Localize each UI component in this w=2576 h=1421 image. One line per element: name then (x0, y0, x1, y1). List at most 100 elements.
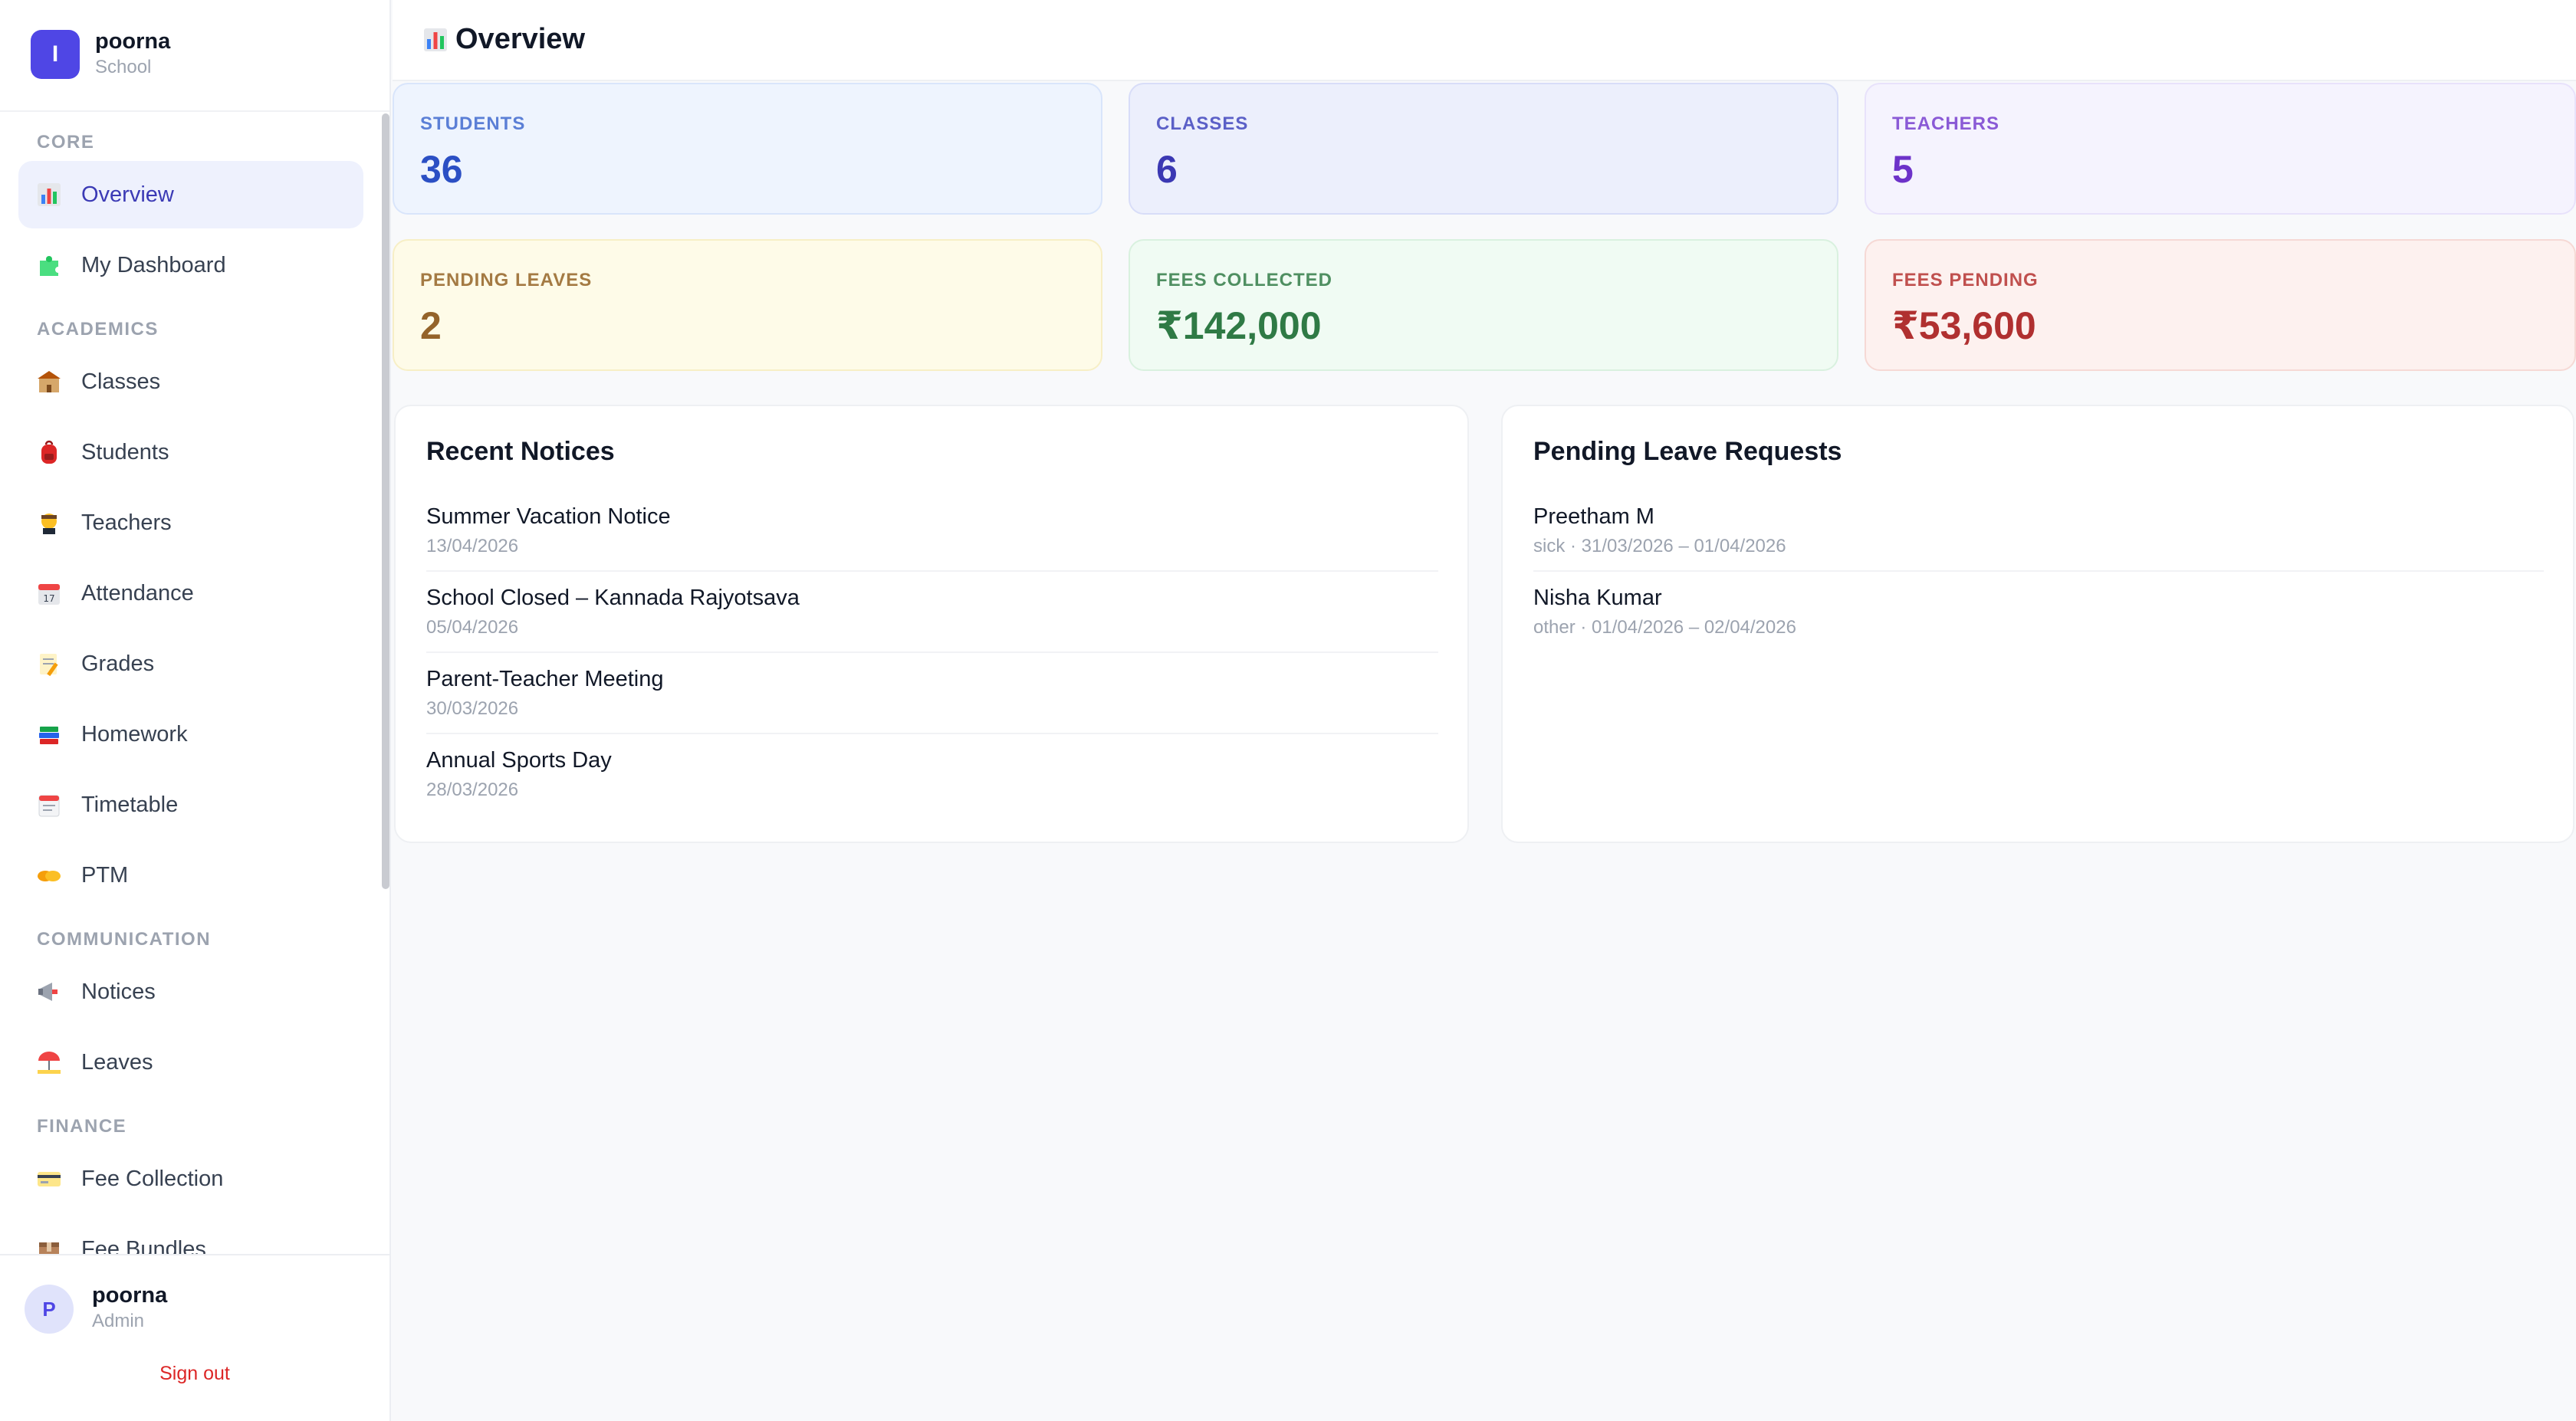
divider (1533, 570, 2544, 572)
stat-value: 5 (1892, 148, 1914, 191)
list-item[interactable]: Parent-Teacher Meeting 30/03/2026 (426, 667, 664, 748)
sidebar-item-classes[interactable]: Classes (18, 348, 363, 415)
stat-label: FEES COLLECTED (1156, 270, 1333, 290)
credit-card-icon (35, 1165, 63, 1193)
svg-text:17: 17 (43, 593, 54, 604)
books-icon (35, 720, 63, 748)
list-item[interactable]: School Closed – Kannada Rajyotsava 05/04… (426, 586, 800, 667)
notice-date: 13/04/2026 (426, 536, 519, 556)
card-title: Pending Leave Requests (1533, 437, 1842, 466)
brand-header: I poorna School (0, 0, 389, 112)
stat-card-fees-collected: FEES COLLECTED ₹142,000 (1129, 239, 1838, 371)
stat-label: FEES PENDING (1892, 270, 2039, 290)
sidebar-item-label: Fee Collection (81, 1166, 224, 1191)
notice-title: School Closed – Kannada Rajyotsava (426, 586, 800, 610)
sign-out-button[interactable]: Sign out (0, 1363, 389, 1385)
sidebar-item-label: Fee Bundles (81, 1236, 206, 1255)
megaphone-icon (35, 978, 63, 1006)
list-item[interactable]: Preetham M sick · 31/03/2026 – 01/04/202… (1533, 504, 1786, 586)
avatar[interactable]: P (25, 1285, 74, 1334)
sidebar-nav: CORE Overview My Dashboard ACADEMICS Cla… (0, 113, 389, 1254)
page-title: Overview (423, 23, 585, 56)
stat-value: 36 (420, 148, 463, 191)
user-profile: P poorna Admin Sign out (0, 1254, 389, 1421)
leave-requester: Preetham M (1533, 504, 1654, 529)
page-title-text: Overview (455, 23, 585, 55)
sidebar-item-label: My Dashboard (81, 252, 226, 277)
user-name: poorna (92, 1283, 168, 1308)
sidebar-item-label: Homework (81, 721, 188, 747)
list-item[interactable]: Summer Vacation Notice 13/04/2026 (426, 504, 671, 586)
notice-title: Parent-Teacher Meeting (426, 667, 664, 691)
sidebar-item-teachers[interactable]: Teachers (18, 489, 363, 556)
list-item[interactable]: Nisha Kumar other · 01/04/2026 – 02/04/2… (1533, 586, 1796, 667)
backpack-icon (35, 438, 63, 466)
sidebar-item-overview[interactable]: Overview (18, 161, 363, 228)
top-bar: Overview (393, 0, 2576, 81)
sidebar-item-students[interactable]: Students (18, 418, 363, 486)
sidebar-item-label: PTM (81, 862, 129, 888)
memo-icon (35, 650, 63, 678)
sidebar-item-homework[interactable]: Homework (18, 701, 363, 768)
nav-section-finance: FINANCE (37, 1116, 127, 1137)
card-title: Recent Notices (426, 437, 615, 466)
stat-label: STUDENTS (420, 113, 526, 134)
leave-detail: sick · 31/03/2026 – 01/04/2026 (1533, 536, 1786, 556)
divider (426, 570, 1438, 572)
leave-detail: other · 01/04/2026 – 02/04/2026 (1533, 617, 1796, 638)
stat-value: 6 (1156, 148, 1178, 191)
sidebar-scrollbar-thumb[interactable] (382, 113, 389, 889)
beach-umbrella-icon (35, 1049, 63, 1076)
sidebar-item-label: Leaves (81, 1049, 153, 1075)
divider (426, 651, 1438, 653)
teacher-icon (35, 509, 63, 537)
sidebar-item-ptm[interactable]: PTM (18, 842, 363, 909)
sidebar-item-label: Overview (81, 182, 174, 207)
stat-card-fees-pending: FEES PENDING ₹53,600 (1865, 239, 2576, 371)
handshake-icon (35, 861, 63, 889)
sidebar-item-label: Attendance (81, 580, 194, 605)
brand-logo: I (31, 30, 80, 79)
notice-title: Annual Sports Day (426, 748, 612, 773)
stat-value: 2 (420, 304, 442, 347)
sidebar-item-timetable[interactable]: Timetable (18, 771, 363, 838)
sidebar-item-label: Timetable (81, 792, 179, 817)
stat-card-teachers: TEACHERS 5 (1865, 83, 2576, 215)
list-item[interactable]: Annual Sports Day 28/03/2026 (426, 748, 612, 829)
calendar-icon: 17 (35, 579, 63, 607)
sidebar-item-label: Notices (81, 979, 156, 1004)
sidebar-item-leaves[interactable]: Leaves (18, 1029, 363, 1096)
sidebar-item-fee-collection[interactable]: Fee Collection (18, 1145, 363, 1213)
nav-section-academics: ACADEMICS (37, 319, 159, 340)
brand-subtitle: School (95, 57, 152, 77)
sidebar-item-notices[interactable]: Notices (18, 958, 363, 1026)
sidebar-item-label: Grades (81, 651, 155, 676)
sidebar-item-label: Teachers (81, 510, 172, 535)
stat-label: PENDING LEAVES (420, 270, 593, 290)
user-role: Admin (92, 1311, 145, 1331)
brand-name: poorna (95, 29, 171, 54)
sidebar-item-grades[interactable]: Grades (18, 630, 363, 697)
bar-chart-icon (35, 181, 63, 208)
sidebar-item-label: Classes (81, 369, 161, 394)
bar-chart-icon (423, 27, 448, 53)
recent-notices-card: Recent Notices Summer Vacation Notice 13… (394, 405, 1469, 843)
pending-leave-requests-card: Pending Leave Requests Preetham M sick ·… (1501, 405, 2574, 843)
stat-label: TEACHERS (1892, 113, 2000, 134)
sidebar-item-my-dashboard[interactable]: My Dashboard (18, 231, 363, 299)
sidebar: I poorna School CORE Overview My Dashboa… (0, 0, 391, 1421)
leave-requester: Nisha Kumar (1533, 586, 1662, 610)
stat-label: CLASSES (1156, 113, 1249, 134)
package-icon (35, 1236, 63, 1254)
stat-value: ₹142,000 (1156, 304, 1322, 347)
sidebar-item-label: Students (81, 439, 169, 464)
notice-date: 28/03/2026 (426, 779, 519, 800)
tear-off-calendar-icon (35, 791, 63, 819)
nav-section-core: CORE (37, 132, 95, 153)
sidebar-item-attendance[interactable]: 17 Attendance (18, 560, 363, 627)
sidebar-item-fee-bundles[interactable]: Fee Bundles (18, 1216, 363, 1254)
puzzle-icon (35, 251, 63, 279)
stat-card-students: STUDENTS 36 (393, 83, 1102, 215)
notice-date: 30/03/2026 (426, 698, 519, 719)
divider (426, 733, 1438, 734)
